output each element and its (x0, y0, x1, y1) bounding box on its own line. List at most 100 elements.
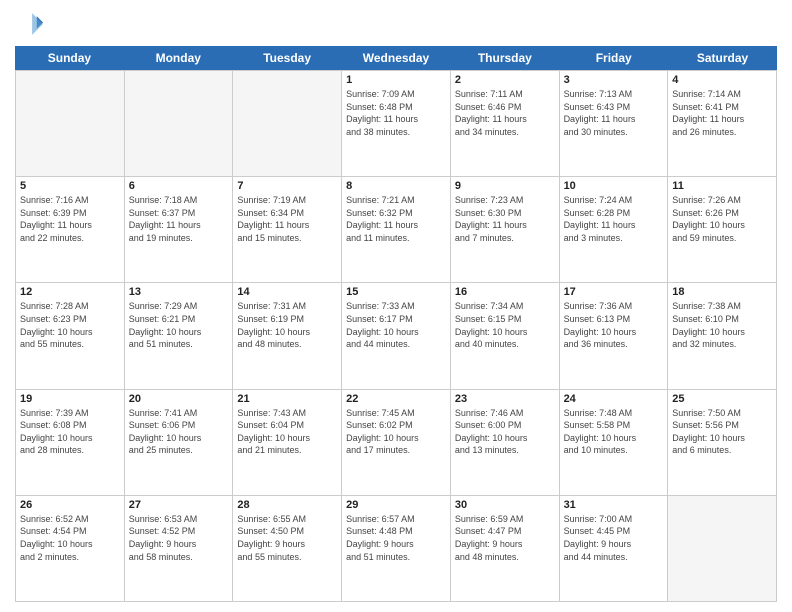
day-info: Sunrise: 6:59 AM Sunset: 4:47 PM Dayligh… (455, 513, 555, 563)
header (15, 10, 777, 38)
day-info: Sunrise: 7:41 AM Sunset: 6:06 PM Dayligh… (129, 407, 229, 457)
day-info: Sunrise: 7:19 AM Sunset: 6:34 PM Dayligh… (237, 194, 337, 244)
day-info: Sunrise: 7:21 AM Sunset: 6:32 PM Dayligh… (346, 194, 446, 244)
day-info: Sunrise: 7:13 AM Sunset: 6:43 PM Dayligh… (564, 88, 664, 138)
day-info: Sunrise: 7:48 AM Sunset: 5:58 PM Dayligh… (564, 407, 664, 457)
day-info: Sunrise: 7:43 AM Sunset: 6:04 PM Dayligh… (237, 407, 337, 457)
cal-cell-1: 1Sunrise: 7:09 AM Sunset: 6:48 PM Daylig… (342, 71, 451, 177)
cal-cell-9: 9 Sunrise: 7:23 AM Sunset: 6:30 PM Daylig… (451, 177, 560, 283)
cal-cell-2: 2 Sunrise: 7:11 AM Sunset: 6:46 PM Daylig… (451, 71, 560, 177)
cal-cell-14: 14 Sunrise: 7:31 AM Sunset: 6:19 PM Dayli… (233, 283, 342, 389)
day-number: 1 (346, 74, 446, 86)
calendar: SundayMondayTuesdayWednesdayThursdayFrid… (15, 46, 777, 602)
day-info: Sunrise: 6:52 AM Sunset: 4:54 PM Dayligh… (20, 513, 120, 563)
cal-header-saturday: Saturday (668, 46, 777, 70)
day-info: Sunrise: 7:34 AM Sunset: 6:15 PM Dayligh… (455, 300, 555, 350)
day-number: 6 (129, 180, 229, 192)
day-info: Sunrise: 7:26 AM Sunset: 6:26 PM Dayligh… (672, 194, 772, 244)
day-info: Sunrise: 7:16 AM Sunset: 6:39 PM Dayligh… (20, 194, 120, 244)
cal-cell-10: 10Sunrise: 7:24 AM Sunset: 6:28 PM Dayli… (560, 177, 669, 283)
day-info: Sunrise: 7:33 AM Sunset: 6:17 PM Dayligh… (346, 300, 446, 350)
day-number: 27 (129, 499, 229, 511)
cal-cell-13: 13Sunrise: 7:29 AM Sunset: 6:21 PM Dayli… (125, 283, 234, 389)
day-number: 23 (455, 393, 555, 405)
cal-cell-29: 29 Sunrise: 6:57 AM Sunset: 4:48 PM Dayli… (342, 496, 451, 602)
cal-cell-6: 6Sunrise: 7:18 AM Sunset: 6:37 PM Daylig… (125, 177, 234, 283)
calendar-header-row: SundayMondayTuesdayWednesdayThursdayFrid… (15, 46, 777, 70)
day-info: Sunrise: 7:23 AM Sunset: 6:30 PM Dayligh… (455, 194, 555, 244)
cal-cell-16: 16 Sunrise: 7:34 AM Sunset: 6:15 PM Dayli… (451, 283, 560, 389)
day-info: Sunrise: 6:57 AM Sunset: 4:48 PM Dayligh… (346, 513, 446, 563)
day-number: 21 (237, 393, 337, 405)
day-number: 15 (346, 286, 446, 298)
cal-cell-24: 24 Sunrise: 7:48 AM Sunset: 5:58 PM Dayli… (560, 390, 669, 496)
cal-cell-21: 21 Sunrise: 7:43 AM Sunset: 6:04 PM Dayli… (233, 390, 342, 496)
cal-cell-28: 28 Sunrise: 6:55 AM Sunset: 4:50 PM Dayli… (233, 496, 342, 602)
day-info: Sunrise: 6:55 AM Sunset: 4:50 PM Dayligh… (237, 513, 337, 563)
day-info: Sunrise: 7:39 AM Sunset: 6:08 PM Dayligh… (20, 407, 120, 457)
day-number: 11 (672, 180, 772, 192)
day-number: 24 (564, 393, 664, 405)
day-number: 10 (564, 180, 664, 192)
day-info: Sunrise: 7:36 AM Sunset: 6:13 PM Dayligh… (564, 300, 664, 350)
cal-cell-empty-0-1 (125, 71, 234, 177)
cal-row-2: 12Sunrise: 7:28 AM Sunset: 6:23 PM Dayli… (16, 283, 777, 389)
cal-cell-5: 5 Sunrise: 7:16 AM Sunset: 6:39 PM Daylig… (16, 177, 125, 283)
day-number: 29 (346, 499, 446, 511)
cal-cell-4: 4Sunrise: 7:14 AM Sunset: 6:41 PM Daylig… (668, 71, 777, 177)
day-number: 13 (129, 286, 229, 298)
cal-row-4: 26Sunrise: 6:52 AM Sunset: 4:54 PM Dayli… (16, 496, 777, 602)
day-number: 18 (672, 286, 772, 298)
day-number: 4 (672, 74, 772, 86)
day-info: Sunrise: 7:38 AM Sunset: 6:10 PM Dayligh… (672, 300, 772, 350)
day-number: 2 (455, 74, 555, 86)
day-info: Sunrise: 7:00 AM Sunset: 4:45 PM Dayligh… (564, 513, 664, 563)
cal-header-tuesday: Tuesday (233, 46, 342, 70)
page: SundayMondayTuesdayWednesdayThursdayFrid… (0, 0, 792, 612)
day-info: Sunrise: 7:50 AM Sunset: 5:56 PM Dayligh… (672, 407, 772, 457)
day-number: 25 (672, 393, 772, 405)
day-number: 14 (237, 286, 337, 298)
day-number: 20 (129, 393, 229, 405)
cal-cell-empty-0-0 (16, 71, 125, 177)
cal-cell-7: 7 Sunrise: 7:19 AM Sunset: 6:34 PM Daylig… (233, 177, 342, 283)
day-number: 16 (455, 286, 555, 298)
cal-header-sunday: Sunday (15, 46, 124, 70)
cal-header-friday: Friday (559, 46, 668, 70)
calendar-body: 1Sunrise: 7:09 AM Sunset: 6:48 PM Daylig… (15, 70, 777, 602)
cal-cell-empty-4-6 (668, 496, 777, 602)
day-info: Sunrise: 7:46 AM Sunset: 6:00 PM Dayligh… (455, 407, 555, 457)
cal-cell-15: 15 Sunrise: 7:33 AM Sunset: 6:17 PM Dayli… (342, 283, 451, 389)
cal-header-monday: Monday (124, 46, 233, 70)
cal-cell-27: 27Sunrise: 6:53 AM Sunset: 4:52 PM Dayli… (125, 496, 234, 602)
day-number: 5 (20, 180, 120, 192)
cal-cell-20: 20 Sunrise: 7:41 AM Sunset: 6:06 PM Dayli… (125, 390, 234, 496)
cal-cell-22: 22 Sunrise: 7:45 AM Sunset: 6:02 PM Dayli… (342, 390, 451, 496)
cal-cell-31: 31 Sunrise: 7:00 AM Sunset: 4:45 PM Dayli… (560, 496, 669, 602)
cal-header-wednesday: Wednesday (342, 46, 451, 70)
logo (15, 10, 47, 38)
day-number: 28 (237, 499, 337, 511)
cal-cell-26: 26Sunrise: 6:52 AM Sunset: 4:54 PM Dayli… (16, 496, 125, 602)
day-number: 17 (564, 286, 664, 298)
day-number: 9 (455, 180, 555, 192)
day-number: 30 (455, 499, 555, 511)
cal-cell-18: 18 Sunrise: 7:38 AM Sunset: 6:10 PM Dayli… (668, 283, 777, 389)
cal-cell-19: 19Sunrise: 7:39 AM Sunset: 6:08 PM Dayli… (16, 390, 125, 496)
cal-cell-11: 11 Sunrise: 7:26 AM Sunset: 6:26 PM Dayli… (668, 177, 777, 283)
day-info: Sunrise: 7:31 AM Sunset: 6:19 PM Dayligh… (237, 300, 337, 350)
day-info: Sunrise: 7:45 AM Sunset: 6:02 PM Dayligh… (346, 407, 446, 457)
cal-cell-25: 25 Sunrise: 7:50 AM Sunset: 5:56 PM Dayli… (668, 390, 777, 496)
cal-row-1: 5 Sunrise: 7:16 AM Sunset: 6:39 PM Daylig… (16, 177, 777, 283)
day-number: 31 (564, 499, 664, 511)
cal-row-0: 1Sunrise: 7:09 AM Sunset: 6:48 PM Daylig… (16, 71, 777, 177)
cal-cell-3: 3Sunrise: 7:13 AM Sunset: 6:43 PM Daylig… (560, 71, 669, 177)
cal-row-3: 19Sunrise: 7:39 AM Sunset: 6:08 PM Dayli… (16, 390, 777, 496)
day-info: Sunrise: 7:11 AM Sunset: 6:46 PM Dayligh… (455, 88, 555, 138)
day-number: 12 (20, 286, 120, 298)
cal-cell-8: 8 Sunrise: 7:21 AM Sunset: 6:32 PM Daylig… (342, 177, 451, 283)
day-number: 8 (346, 180, 446, 192)
cal-cell-empty-0-2 (233, 71, 342, 177)
day-number: 22 (346, 393, 446, 405)
day-number: 7 (237, 180, 337, 192)
